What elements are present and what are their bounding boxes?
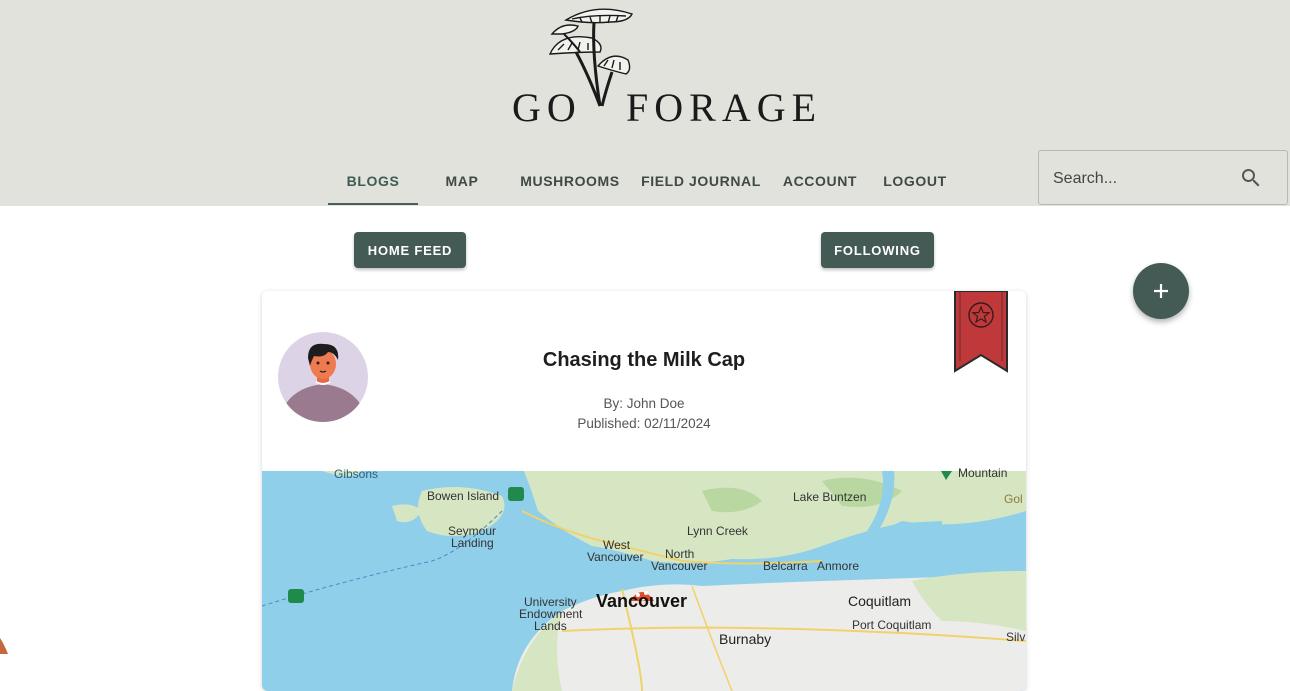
map-label-seymour-landing: Landing (451, 536, 494, 550)
map-label-belcarra: Belcarra (763, 559, 808, 573)
map-label-golden: Gol (1004, 492, 1023, 506)
map-tiles (262, 471, 1026, 691)
map-label-lands: Lands (534, 619, 567, 633)
map-label-mountain: Mountain (958, 466, 1008, 480)
blog-post-card[interactable]: Chasing the Milk Cap By: John Doe Publis… (262, 291, 1026, 691)
nav-mushrooms[interactable]: MUSHROOMS (510, 156, 630, 206)
add-post-button[interactable] (1133, 263, 1189, 319)
background-corner-decoration (0, 638, 8, 654)
nav-logout[interactable]: LOGOUT (874, 156, 956, 206)
site-header: GO FORAGE BLOGS MAP MUSHROOMS FIELD JOUR… (0, 0, 1290, 206)
plus-icon (1154, 284, 1168, 298)
bookmark-star-icon[interactable] (954, 291, 1008, 373)
nav-blogs[interactable]: BLOGS (328, 156, 418, 206)
map-label-vancouver: Vancouver (596, 591, 688, 611)
map-label-bowen-island: Bowen Island (427, 489, 500, 503)
nav-field-journal[interactable]: FIELD JOURNAL (640, 156, 762, 206)
map-label-west-vancouver: Vancouver (587, 550, 644, 564)
nav-account[interactable]: ACCOUNT (778, 156, 862, 206)
map-label-port-coquitlam: Port Coquitlam (852, 618, 932, 632)
map-label-silver: Silv (1006, 630, 1026, 644)
home-feed-button[interactable]: HOME FEED (354, 232, 466, 268)
map-label-anmore: Anmore (817, 559, 860, 573)
map-label-north-vancouver: Vancouver (651, 559, 708, 573)
go-forage-logo[interactable]: GO FORAGE (500, 4, 820, 130)
map-label-gibsons: Gibsons (334, 467, 379, 481)
map-label-coquitlam: Coquitlam (848, 593, 912, 609)
following-button[interactable]: FOLLOWING (821, 232, 934, 268)
search-icon[interactable] (1239, 166, 1263, 190)
search-input[interactable] (1051, 151, 1235, 206)
post-title[interactable]: Chasing the Milk Cap (262, 349, 1026, 372)
map-label-lake-buntzen: Lake Buntzen (793, 490, 867, 504)
post-author: By: John Doe (603, 396, 685, 411)
active-tab-indicator (328, 203, 418, 205)
post-published-date: Published: 02/11/2024 (577, 416, 711, 431)
map-label-burnaby: Burnaby (719, 631, 772, 647)
logo-word-go: GO (512, 85, 582, 130)
post-location-map[interactable]: Gibsons Bowen Island Seymour Landing Lak… (262, 466, 1026, 691)
nav-map[interactable]: MAP (430, 156, 494, 206)
map-label-lynn-creek: Lynn Creek (687, 524, 748, 538)
search-box (1038, 150, 1288, 206)
logo-word-forage: FORAGE (626, 85, 823, 130)
